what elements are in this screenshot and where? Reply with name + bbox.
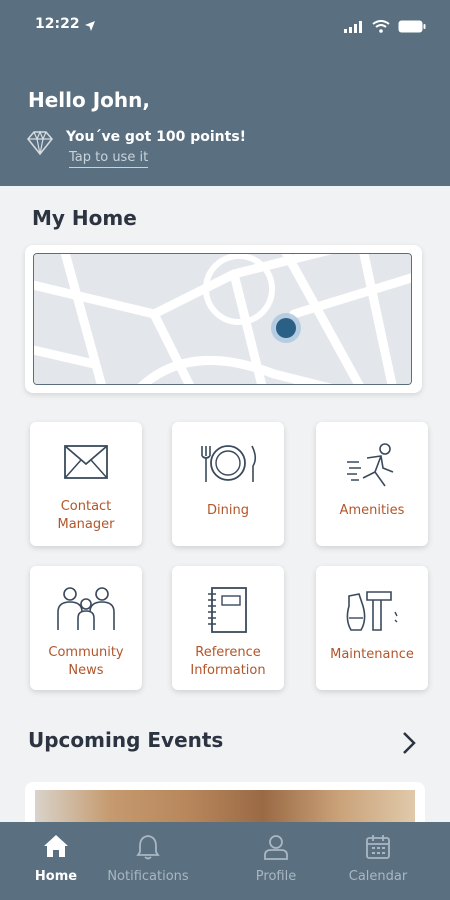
tab-profile[interactable]: Profile — [220, 822, 332, 900]
tile-maintenance[interactable]: Maintenance — [316, 566, 428, 690]
tab-bar: Home Notifications Profile Calendar — [0, 822, 450, 900]
tab-calendar[interactable]: Calendar — [322, 822, 434, 900]
tile-dining[interactable]: Dining — [172, 422, 284, 546]
running-person-icon — [316, 442, 428, 488]
plate-cutlery-icon — [172, 442, 284, 484]
tile-label: Maintenance — [330, 647, 414, 662]
location-arrow-icon — [84, 17, 96, 36]
chevron-right-icon[interactable] — [400, 730, 418, 760]
battery-icon — [398, 18, 426, 37]
tile-amenities[interactable]: Amenities — [316, 422, 428, 546]
tile-label: News — [68, 663, 104, 678]
wifi-icon — [372, 18, 390, 37]
bell-icon — [92, 834, 204, 860]
map-streets-graphic — [34, 254, 411, 384]
tile-label: Manager — [57, 517, 115, 532]
points-text: You´ve got 100 points! — [66, 129, 247, 145]
envelope-icon — [30, 442, 142, 482]
tab-label: Profile — [255, 869, 297, 884]
calendar-icon — [322, 834, 434, 860]
map-view[interactable] — [33, 253, 412, 385]
map-card[interactable] — [25, 245, 422, 393]
tile-label: Reference — [195, 645, 261, 660]
tile-label: Contact — [60, 499, 112, 514]
tab-label: Calendar — [348, 869, 408, 884]
tools-icon — [316, 586, 428, 634]
notebook-icon — [172, 586, 284, 634]
family-icon — [30, 586, 142, 632]
person-icon — [220, 834, 332, 860]
tab-notifications[interactable]: Notifications — [92, 822, 204, 900]
tap-to-use-link[interactable]: Tap to use it — [69, 150, 149, 168]
status-bar: 12:22 — [0, 14, 450, 38]
tile-community-news[interactable]: Community News — [30, 566, 142, 690]
tile-label: Amenities — [339, 503, 405, 518]
my-home-title: My Home — [32, 206, 137, 230]
tile-contact-manager[interactable]: Contact Manager — [30, 422, 142, 546]
signal-icon — [344, 18, 364, 37]
tile-reference-information[interactable]: Reference Information — [172, 566, 284, 690]
tile-label: Information — [190, 663, 266, 678]
diamond-icon — [26, 130, 54, 160]
greeting: Hello John, — [28, 88, 150, 112]
tile-label: Community — [48, 645, 124, 660]
upcoming-events-title: Upcoming Events — [28, 728, 224, 752]
header: 12:22 Hello John, You´ve got 100 points!… — [0, 0, 450, 186]
tab-label: Notifications — [107, 869, 189, 884]
tile-label: Dining — [207, 503, 249, 518]
status-time: 12:22 — [35, 16, 80, 32]
